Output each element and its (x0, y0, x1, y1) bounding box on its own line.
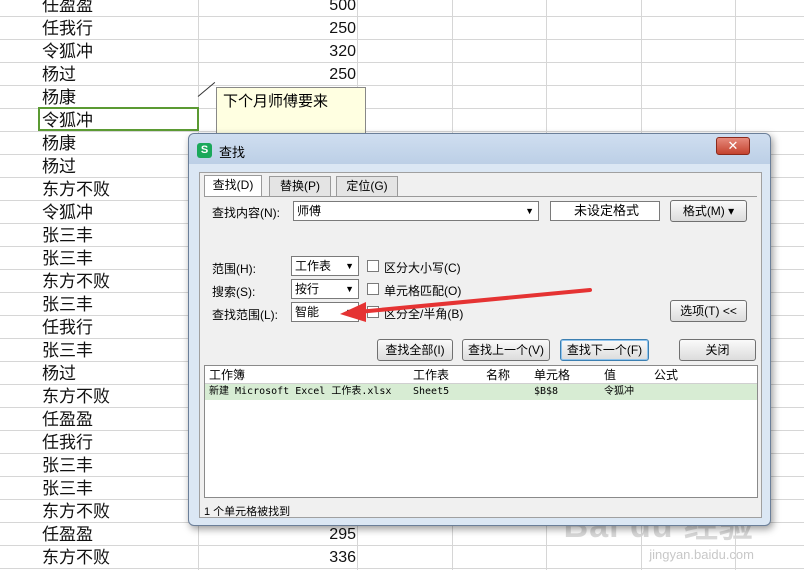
results-list[interactable]: 工作簿 工作表 名称 单元格 值 公式 新建 Microsoft Excel 工… (204, 365, 758, 498)
match-width-label: 区分全/半角(B) (384, 307, 464, 321)
name-cell[interactable]: 任我行 (42, 431, 93, 454)
dialog-title-bar[interactable]: S 查找 ✕ (189, 134, 770, 164)
name-cell[interactable]: 张三丰 (42, 477, 93, 500)
chevron-down-icon: ▼ (345, 284, 354, 294)
find-all-button[interactable]: 查找全部(I) (377, 339, 453, 361)
dialog-body: 查找(D) 替换(P) 定位(G) 查找内容(N): 师傅 ▼ 未设定格式 格式… (199, 172, 762, 518)
tab-replace[interactable]: 替换(P) (269, 176, 331, 196)
name-cell[interactable]: 任盈盈 (42, 523, 93, 546)
col-workbook[interactable]: 工作簿 (209, 366, 245, 383)
name-cell[interactable]: 令狐冲 (42, 201, 93, 224)
selected-cell[interactable] (38, 107, 199, 131)
col-name[interactable]: 名称 (486, 366, 510, 383)
value-cell[interactable]: 295 (200, 523, 356, 546)
find-dialog: S 查找 ✕ 查找(D) 替换(P) 定位(G) 查找内容(N): 师傅 ▼ 未… (188, 133, 771, 526)
col-formula[interactable]: 公式 (654, 366, 678, 383)
value-cell[interactable]: 250 (200, 63, 356, 86)
value-cell[interactable]: 320 (200, 40, 356, 63)
name-cell[interactable]: 令狐冲 (42, 40, 93, 63)
name-cell[interactable]: 张三丰 (42, 247, 93, 270)
name-cell[interactable]: 任盈盈 (42, 408, 93, 431)
wps-app-icon: S (197, 143, 212, 158)
tab-find[interactable]: 查找(D) (204, 175, 262, 197)
name-cell[interactable]: 东方不败 (42, 270, 110, 293)
name-cell[interactable]: 东方不败 (42, 500, 110, 523)
table-row[interactable]: 任我行 250 (0, 17, 804, 40)
name-cell[interactable]: 东方不败 (42, 178, 110, 201)
match-cell-checkbox[interactable] (367, 283, 379, 295)
result-cell: $B$8 (534, 386, 559, 397)
name-cell[interactable]: 杨康 (42, 86, 76, 109)
table-row[interactable]: 任盈盈 500 (0, 0, 804, 17)
find-content-label: 查找内容(N): (212, 206, 280, 220)
search-direction-select[interactable]: 按行 ▼ (291, 279, 359, 299)
table-row[interactable]: 令狐冲 320 (0, 40, 804, 63)
look-in-select[interactable]: 智能 ▼ (291, 302, 359, 322)
match-case-label: 区分大小写(C) (384, 261, 461, 275)
match-case-checkbox[interactable] (367, 260, 379, 272)
search-direction-label: 搜索(S): (212, 285, 256, 299)
find-content-value: 师傅 (297, 204, 322, 218)
match-width-checkbox[interactable] (367, 306, 379, 318)
results-header: 工作簿 工作表 名称 单元格 值 公式 (205, 366, 757, 384)
find-next-button[interactable]: 查找下一个(F) (560, 339, 649, 361)
search-direction-value: 按行 (295, 282, 320, 296)
chevron-down-icon: ▼ (345, 261, 354, 271)
options-button[interactable]: 选项(T) << (670, 300, 747, 322)
tab-goto[interactable]: 定位(G) (336, 176, 398, 196)
name-cell[interactable]: 杨康 (42, 132, 76, 155)
value-cell[interactable]: 250 (200, 17, 356, 40)
watermark-url: jingyan.baidu.com (649, 547, 754, 562)
look-in-value: 智能 (295, 305, 320, 319)
name-cell[interactable]: 任我行 (42, 17, 93, 40)
name-cell[interactable]: 东方不败 (42, 546, 110, 569)
value-cell[interactable]: 336 (200, 546, 356, 569)
result-sheet: Sheet5 (413, 386, 450, 397)
format-button-label: 格式(M) (682, 204, 725, 218)
scope-label: 范围(H): (212, 262, 256, 276)
chevron-down-icon[interactable]: ▼ (525, 202, 534, 220)
close-button[interactable]: 关闭 (679, 339, 756, 361)
name-cell[interactable]: 张三丰 (42, 293, 93, 316)
value-cell[interactable]: 500 (200, 0, 356, 17)
format-status: 未设定格式 (550, 201, 660, 221)
match-cell-label: 单元格匹配(O) (384, 284, 462, 298)
look-in-label: 查找范围(L): (212, 308, 279, 322)
name-cell[interactable]: 张三丰 (42, 224, 93, 247)
result-value: 令狐冲 (604, 386, 634, 397)
col-cell[interactable]: 单元格 (534, 366, 570, 383)
status-text: 1 个单元格被找到 (204, 506, 291, 518)
table-row[interactable]: 杨过 250 (0, 63, 804, 86)
name-cell[interactable]: 杨过 (42, 63, 76, 86)
close-icon[interactable]: ✕ (716, 137, 750, 155)
find-prev-button[interactable]: 查找上一个(V) (462, 339, 550, 361)
chevron-down-icon: ▼ (345, 307, 354, 317)
col-sheet[interactable]: 工作表 (413, 366, 449, 383)
result-row[interactable]: 新建 Microsoft Excel 工作表.xlsx Sheet5 $B$8 … (205, 384, 757, 400)
col-value[interactable]: 值 (604, 366, 616, 383)
name-cell[interactable]: 东方不败 (42, 385, 110, 408)
format-button[interactable]: 格式(M) ▾ (670, 200, 747, 222)
name-cell[interactable]: 杨过 (42, 362, 76, 385)
name-cell[interactable]: 杨过 (42, 155, 76, 178)
name-cell[interactable]: 任我行 (42, 316, 93, 339)
scope-value: 工作表 (295, 259, 332, 273)
scope-select[interactable]: 工作表 ▼ (291, 256, 359, 276)
name-cell[interactable]: 张三丰 (42, 339, 93, 362)
name-cell[interactable]: 任盈盈 (42, 0, 93, 17)
name-cell[interactable]: 张三丰 (42, 454, 93, 477)
find-content-input[interactable]: 师傅 ▼ (293, 201, 539, 221)
dialog-title: 查找 (219, 145, 246, 160)
table-row[interactable]: 杨康 (0, 86, 804, 109)
result-workbook: 新建 Microsoft Excel 工作表.xlsx (209, 386, 392, 397)
